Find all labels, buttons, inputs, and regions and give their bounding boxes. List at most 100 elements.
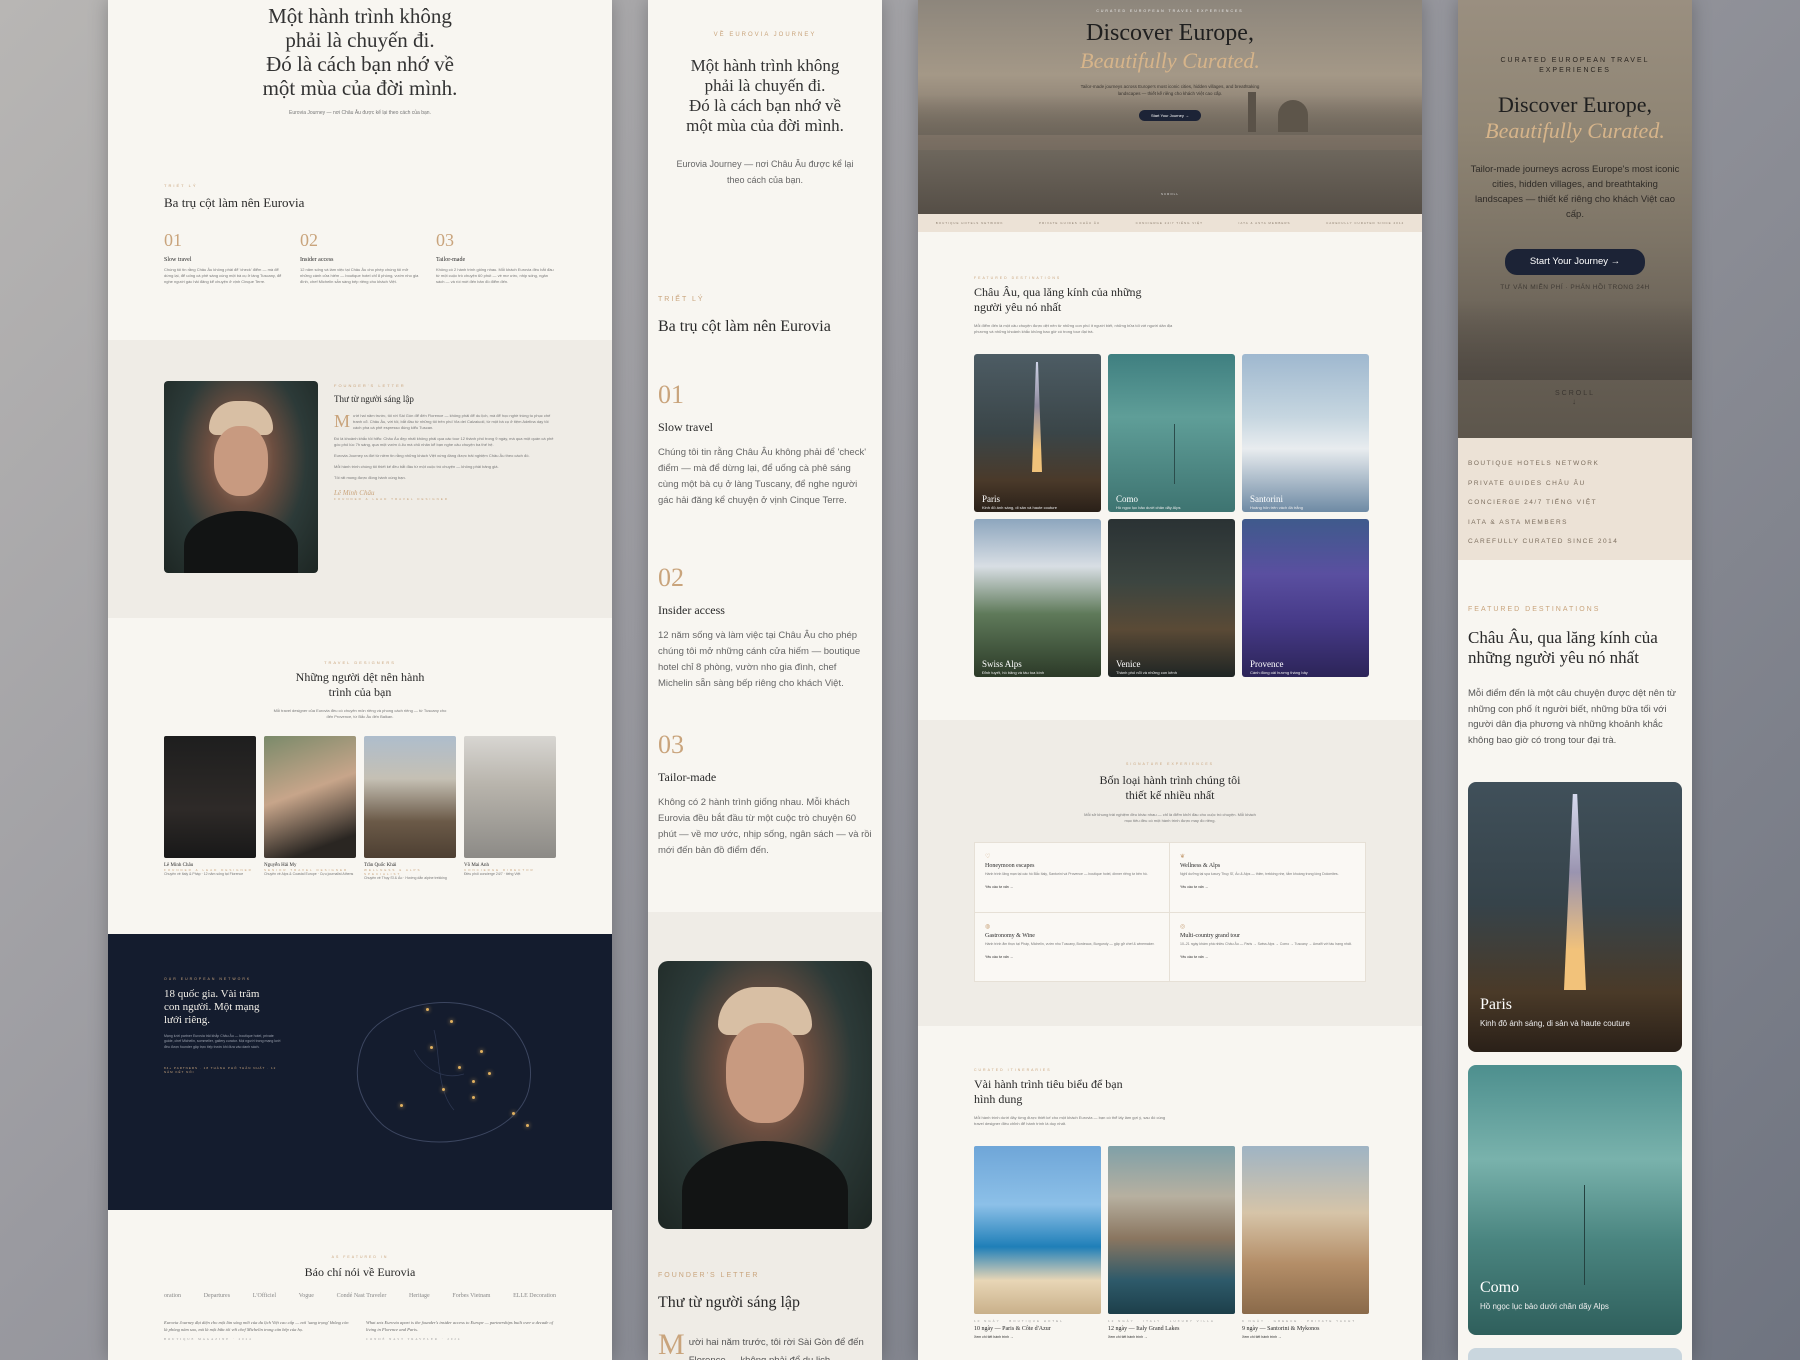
pillar-num: 01 [164,230,182,250]
itinerary-image[interactable] [1108,1146,1235,1314]
letter-para: Đó là khoảnh khắc tôi hiểu: Châu Âu đẹp … [334,436,554,447]
card-desc: Thành phố nổi và những con kênh [1116,670,1177,675]
river-shape [1458,300,1692,380]
itin-link[interactable]: Xem chi tiết hành trình → [1242,1335,1369,1339]
itin-meta: 9 NGÀY · GREECE · PRIVATE YACHT [1242,1319,1357,1323]
destination-card-santorini[interactable]: Santorini Hoàng hôn trên vách đá trắng [1242,354,1369,512]
river-shape [918,150,1422,214]
itinerary-card[interactable]: 9 NGÀY · GREECE · PRIVATE YACHT 9 ngày —… [1242,1319,1369,1339]
sub-line: Eurovia Journey — nơi Châu Âu được kể lạ… [676,159,854,169]
map-dot [430,1046,433,1049]
pillar-title: Slow travel [164,257,192,263]
pillar-text: Chúng tôi tin rằng Châu Âu không phải để… [164,267,282,284]
pillar: 01 Slow travel Chúng tôi tin rằng Châu Â… [658,380,872,509]
eiffel-tower-shape [1032,362,1042,472]
sig-card[interactable]: ◍ Gastronomy & Wine Hành trình ẩm thực t… [975,912,1170,981]
quote-line: Một hành trình không [690,56,840,75]
destination-card-paris[interactable]: Paris Kinh đô ánh sáng, di sản và haute … [1468,782,1682,1052]
button-label: Start Your Journey [1150,113,1184,118]
letter-title: Thư từ người sáng lập [334,394,414,404]
sub-line: theo cách của bạn. [726,175,804,185]
team-member: Trần Quốc Khải WELLNESS & ALPS SPECIALIS… [364,736,456,881]
itin-link[interactable]: Xem chi tiết hành trình → [974,1335,1101,1339]
itin-title: 12 ngày — Italy Grand Lakes [1108,1326,1180,1332]
dest-title-line: Châu Âu, qua lăng kính của những [974,285,1142,299]
team-member: Lê Minh Châu FOUNDER & LEAD DESIGNER Chu… [164,736,256,881]
dress-shape [184,511,298,573]
letter-para: Eurovia Journey ra đời từ niềm tin rằng … [334,453,530,458]
page-about-desktop: Một hành trình không phải là chuyến đi. … [108,0,612,1360]
pillar-title: Tailor-made [436,257,466,263]
team-member: Võ Mai Anh CONCIERGE DIRECTOR Điều phối … [464,736,556,881]
member-role: WELLNESS & ALPS SPECIALIST [364,868,422,876]
page-home-mobile: CURATED EUROPEAN TRAVEL EXPERIENCES Disc… [1458,0,1692,1360]
card-title: Santorini [1250,494,1283,504]
letter-signature: Lê Minh Châu [334,489,375,497]
sig-card-title: Honeymoon escapes [985,863,1035,869]
itin-link[interactable]: Xem chi tiết hành trình → [1108,1335,1235,1339]
destination-card-venice[interactable]: Venice Thành phố nổi và những con kênh [1108,519,1235,677]
itin-meta: 12 NGÀY · ITALY · LUXURY VILLA [1108,1319,1215,1323]
sig-grid: ♡ Honeymoon escapes Hành trình lãng mạn … [974,842,1366,982]
sig-card[interactable]: ◎ Multi-country grand tour 10–21 ngày kh… [1170,913,1365,982]
pillar: 01 Slow travel Chúng tôi tin rằng Châu Â… [164,230,284,285]
press-quote-source: BOUTIQUE MAGAZINE · 2024 [164,1336,253,1341]
scroll-indicator[interactable]: SCROLL [918,192,1422,196]
button-label: Start Your Journey [1529,256,1609,267]
sig-card-link[interactable]: Yêu cầu tư vấn → [1180,885,1355,889]
itinerary-image[interactable] [1242,1146,1369,1314]
sig-card[interactable]: ♡ Honeymoon escapes Hành trình lãng mạn … [975,843,1170,913]
scroll-indicator[interactable]: SCROLL ↓ [1458,390,1692,406]
heart-icon: ♡ [985,854,991,860]
letter-eyebrow: FOUNDER'S LETTER [658,1272,760,1279]
quote-line: một mùa của đời mình. [262,76,458,100]
dest-sub: Mỗi điểm đến là một câu chuyện được dệt … [1468,688,1677,746]
dest-title: Châu Âu, qua lăng kính của những người y… [1468,628,1658,668]
press-eyebrow: AS FEATURED IN [331,1255,389,1259]
destination-card-next[interactable] [1468,1348,1682,1360]
sig-card-link[interactable]: Yêu cầu tư vấn → [985,885,1159,889]
destination-card-como[interactable]: Como Hồ ngọc lục bảo dưới chân dãy Alps [1468,1065,1682,1335]
network-title-line: lưới riêng. [164,1014,210,1026]
card-desc: Hồ ngọc lục bảo dưới chân dãy Alps [1116,505,1181,510]
map-dot [472,1096,475,1099]
badge: IATA & ASTA MEMBERS [1468,518,1569,526]
badge: BOUTIQUE HOTELS NETWORK [935,221,1004,225]
destination-card-como[interactable]: Como Hồ ngọc lục bảo dưới chân dãy Alps [1108,354,1235,512]
face-shape [726,1023,804,1123]
letter-role: FOUNDER & LEAD TRAVEL DESIGNER [334,497,449,501]
press-logo: Departures [203,1293,231,1299]
team-eyebrow: TRAVEL DESIGNERS [324,660,396,665]
hero-title-accent: Beautifully Curated. [1485,118,1665,143]
quote-line: Đó là cách bạn nhớ về [266,52,454,76]
letter-body: M ười hai năm trước, tôi rời Sài Gòn để … [658,1330,868,1360]
destination-card-provence[interactable]: Provence Cánh đồng oải hương tháng bảy [1242,519,1369,677]
badge: PRIVATE GUIDES CHÂU ÂU [1468,479,1586,487]
itinerary-card[interactable]: 10 NGÀY · BOUTIQUE HOTEL 10 ngày — Paris… [974,1319,1101,1339]
letter-para: ười hai năm trước, tôi rời Sài Gòn để đế… [353,413,551,430]
sig-card-link[interactable]: Yêu cầu tư vấn → [985,955,1159,959]
pillars-eyebrow: TRIẾT LÝ [658,296,705,303]
pillars-title: Ba trụ cột làm nên Eurovia [164,195,305,210]
letter-para: Tôi rất mong được đồng hành cùng bạn. [334,475,406,480]
sig-card-link[interactable]: Yêu cầu tư vấn → [1180,955,1355,959]
sig-card[interactable]: ❦ Wellness & Alps Nghỉ dưỡng tại spa lux… [1170,843,1365,913]
tower-shape [1248,92,1256,132]
letter-eyebrow: FOUNDER'S LETTER [334,383,406,388]
itinerary-image[interactable] [974,1146,1101,1314]
itinerary-card[interactable]: 12 NGÀY · ITALY · LUXURY VILLA 12 ngày —… [1108,1319,1235,1339]
start-journey-button[interactable]: Start Your Journey → [1139,110,1201,121]
start-journey-button[interactable]: Start Your Journey → [1505,249,1645,275]
card-desc: Hoàng hôn trên vách đá trắng [1250,505,1303,510]
itin-eyebrow: CURATED ITINERARIES [974,1068,1052,1072]
itin-title-line: Vài hành trình tiêu biểu để bạn [974,1077,1123,1091]
hero-eyebrow: CURATED EUROPEAN TRAVEL EXPERIENCES [1500,57,1650,74]
hero-sub: Tailor-made journeys across Europe's mos… [1470,164,1680,220]
badge: CONCIERGE 24/7 TIẾNG VIỆT [1468,499,1598,506]
press-logo: Vogue [298,1293,314,1299]
letter-title: Thư từ người sáng lập [658,1294,801,1311]
pillars-eyebrow: TRIẾT LÝ [164,183,198,188]
press-quote: What sets Eurovia apart is the founder's… [366,1320,556,1341]
destination-card-paris[interactable]: Paris Kinh đô ánh sáng, di sản và haute … [974,354,1101,512]
destination-card-swiss-alps[interactable]: Swiss Alps Đỉnh tuyết, hồ băng và tàu to… [974,519,1101,677]
